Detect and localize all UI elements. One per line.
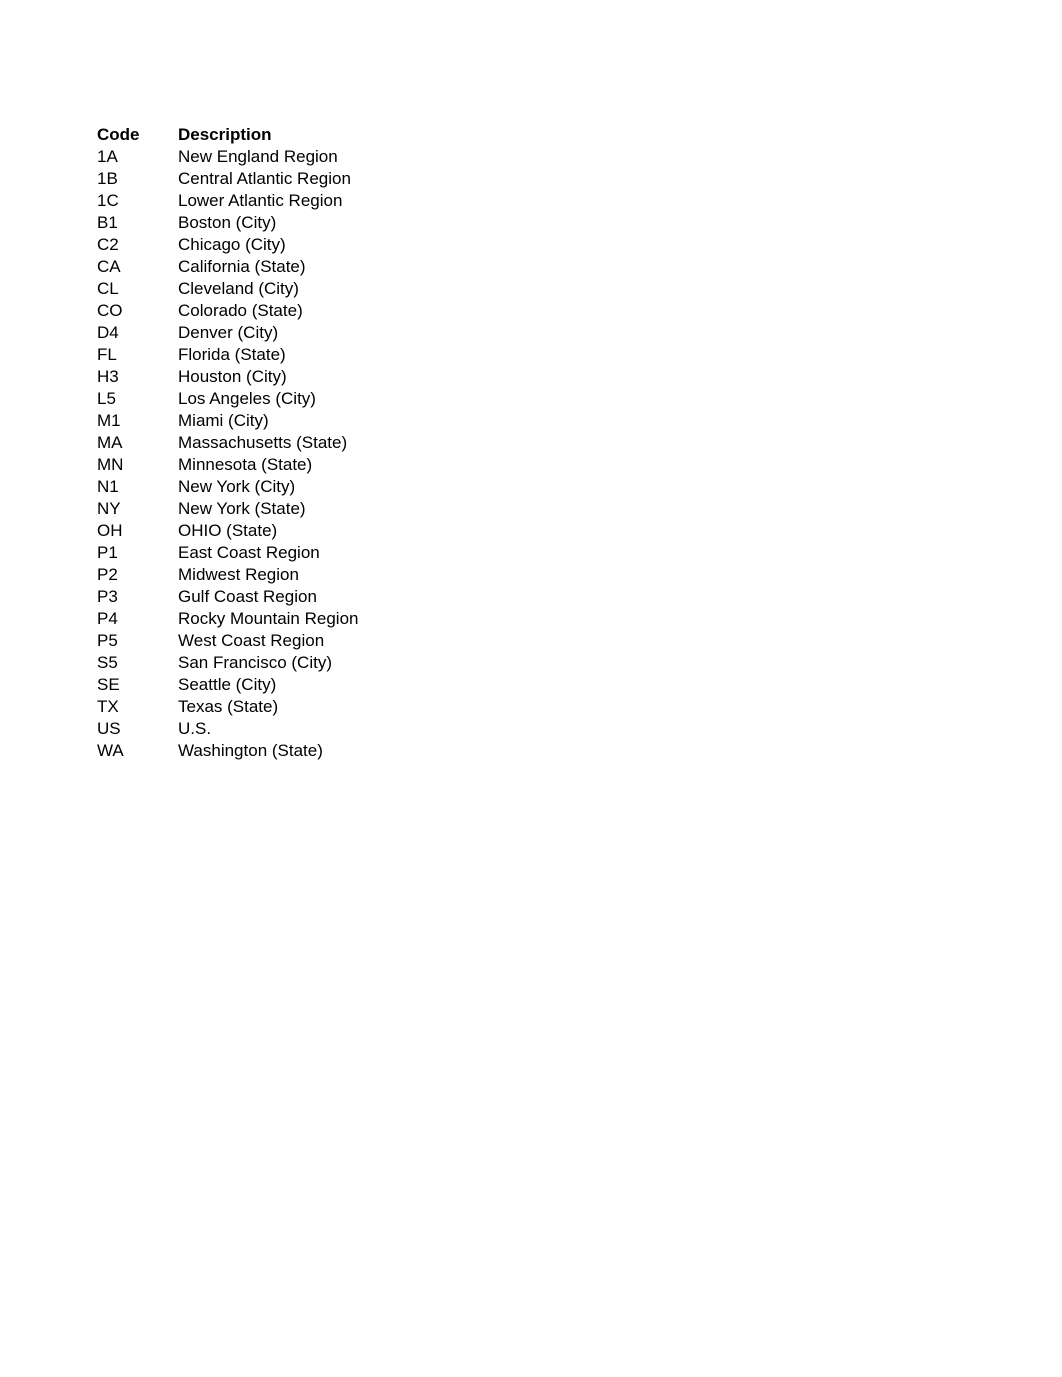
cell-code: US <box>97 719 121 738</box>
table-body: Code Description 1A New England Region 1B C… <box>97 124 358 762</box>
cell-code: P2 <box>97 565 118 584</box>
cell-code: MN <box>97 455 124 474</box>
cell-code: P4 <box>97 609 118 628</box>
cell-code: SE <box>97 675 120 694</box>
cell-description: OHIO (State) <box>178 521 278 540</box>
cell-description: East Coast Region <box>178 543 320 562</box>
table-row: NY New York (State) <box>97 498 358 520</box>
cell-code: WA <box>97 741 124 760</box>
document-page: Code Description 1A New England Region 1B C… <box>0 0 1062 1377</box>
cell-description: Massachusetts (State) <box>178 433 348 452</box>
code-description-table: Code Description 1A New England Region 1B C… <box>97 124 358 762</box>
column-header-code: Code <box>97 125 140 144</box>
cell-description: Miami (City) <box>178 411 269 430</box>
table-row: D4 Denver (City) <box>97 322 358 344</box>
table-row: S5 San Francisco (City) <box>97 652 358 674</box>
table-row: CL Cleveland (City) <box>97 278 358 300</box>
cell-description: Midwest Region <box>178 565 299 584</box>
table-row: P4 Rocky Mountain Region <box>97 608 358 630</box>
cell-description: Florida (State) <box>178 345 286 364</box>
cell-description: Los Angeles (City) <box>178 389 316 408</box>
cell-code: 1B <box>97 169 118 188</box>
cell-description: Seattle (City) <box>178 675 277 694</box>
table-row: P1 East Coast Region <box>97 542 358 564</box>
cell-code: FL <box>97 345 117 364</box>
table-row: L5 Los Angeles (City) <box>97 388 358 410</box>
cell-description: West Coast Region <box>178 631 325 650</box>
table-row: MN Minnesota (State) <box>97 454 358 476</box>
cell-description: U.S. <box>178 719 212 738</box>
cell-description: Texas (State) <box>178 697 279 716</box>
cell-description: New York (State) <box>178 499 306 518</box>
table-row: P3 Gulf Coast Region <box>97 586 358 608</box>
table-row: MA Massachusetts (State) <box>97 432 358 454</box>
cell-description: Minnesota (State) <box>178 455 313 474</box>
table-row: OH OHIO (State) <box>97 520 358 542</box>
cell-description: Gulf Coast Region <box>178 587 317 606</box>
table-row: WA Washington (State) <box>97 740 358 762</box>
cell-code: 1A <box>97 147 118 166</box>
cell-code: TX <box>97 697 119 716</box>
table-row: US U.S. <box>97 718 358 740</box>
table-row: TX Texas (State) <box>97 696 358 718</box>
cell-code: N1 <box>97 477 119 496</box>
table-row: P2 Midwest Region <box>97 564 358 586</box>
cell-description: Central Atlantic Region <box>178 169 351 188</box>
cell-description: Washington (State) <box>178 741 323 760</box>
cell-code: NY <box>97 499 121 518</box>
cell-description: Boston (City) <box>178 213 277 232</box>
cell-description: Houston (City) <box>178 367 287 386</box>
cell-code: P3 <box>97 587 118 606</box>
cell-code: OH <box>97 521 123 540</box>
cell-code: P5 <box>97 631 118 650</box>
cell-description: San Francisco (City) <box>178 653 332 672</box>
table-row: N1 New York (City) <box>97 476 358 498</box>
table-row: 1B Central Atlantic Region <box>97 168 358 190</box>
table-row: SE Seattle (City) <box>97 674 358 696</box>
cell-description: Rocky Mountain Region <box>178 609 359 628</box>
cell-code: M1 <box>97 411 121 430</box>
table-row: 1C Lower Atlantic Region <box>97 190 358 212</box>
table-row: M1 Miami (City) <box>97 410 358 432</box>
cell-description: Chicago (City) <box>178 235 286 254</box>
table-row: B1 Boston (City) <box>97 212 358 234</box>
cell-code: S5 <box>97 653 118 672</box>
column-header-description: Description <box>178 125 272 144</box>
cell-code: D4 <box>97 323 119 342</box>
cell-description: New York (City) <box>178 477 296 496</box>
cell-code: CL <box>97 279 119 298</box>
cell-code: CO <box>97 301 123 320</box>
cell-description: Lower Atlantic Region <box>178 191 343 210</box>
table-row: CO Colorado (State) <box>97 300 358 322</box>
cell-description: Colorado (State) <box>178 301 303 320</box>
cell-code: CA <box>97 257 121 276</box>
table-row: P5 West Coast Region <box>97 630 358 652</box>
cell-code: B1 <box>97 213 118 232</box>
cell-code: P1 <box>97 543 118 562</box>
table-header-row: Code Description <box>97 124 358 146</box>
cell-code: MA <box>97 433 123 452</box>
cell-code: C2 <box>97 235 119 254</box>
table-row: C2 Chicago (City) <box>97 234 358 256</box>
cell-description: Denver (City) <box>178 323 279 342</box>
cell-description: California (State) <box>178 257 306 276</box>
table-row: H3 Houston (City) <box>97 366 358 388</box>
cell-code: 1C <box>97 191 119 210</box>
table-row: 1A New England Region <box>97 146 358 168</box>
table-row: CA California (State) <box>97 256 358 278</box>
cell-description: New England Region <box>178 147 338 166</box>
cell-code: L5 <box>97 389 116 408</box>
table-row: FL Florida (State) <box>97 344 358 366</box>
cell-description: Cleveland (City) <box>178 279 299 298</box>
cell-code: H3 <box>97 367 119 386</box>
